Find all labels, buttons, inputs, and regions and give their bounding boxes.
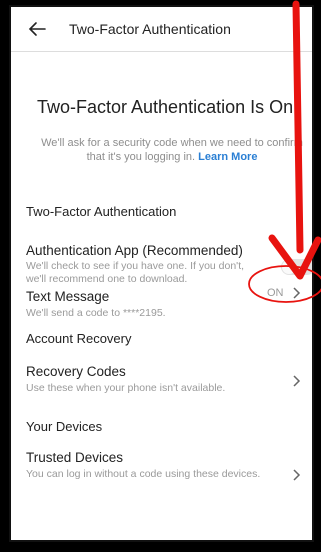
status-description: We'll ask for a security code when we ne… <box>41 136 303 164</box>
chevron-right-icon[interactable] <box>291 286 301 300</box>
row-description: We'll check to see if you have one. If y… <box>26 260 245 285</box>
row-title: Recovery Codes <box>26 364 126 379</box>
back-arrow-icon[interactable] <box>25 17 49 41</box>
chevron-right-icon[interactable] <box>291 374 301 388</box>
row-description: You can log in without a code using thes… <box>26 468 261 480</box>
device-frame: Two-Factor Authentication Two-Factor Aut… <box>0 0 321 552</box>
authentication-app-toggle[interactable] <box>281 259 312 275</box>
toggle-knob <box>282 260 296 274</box>
row-description: Use these when your phone isn't availabl… <box>26 382 226 394</box>
learn-more-link[interactable]: Learn More <box>198 151 257 163</box>
section-account-recovery: Account Recovery <box>26 331 132 346</box>
status-description-text: We'll ask for a security code when we ne… <box>41 137 303 163</box>
section-two-factor: Two-Factor Authentication <box>26 204 177 219</box>
row-title: Authentication App (Recommended) <box>26 243 243 258</box>
top-bar: Two-Factor Authentication <box>11 7 312 52</box>
status-heading: Two-Factor Authentication Is On <box>37 97 294 117</box>
row-title: Text Message <box>26 289 110 304</box>
phone-screen: Two-Factor Authentication Two-Factor Aut… <box>9 5 314 542</box>
status-badge: ON <box>267 287 284 299</box>
row-description: We'll send a code to ****2195. <box>26 307 166 319</box>
row-title: Trusted Devices <box>26 450 124 465</box>
section-your-devices: Your Devices <box>26 419 103 434</box>
chevron-right-icon[interactable] <box>291 468 301 482</box>
page-title: Two-Factor Authentication <box>69 21 231 37</box>
